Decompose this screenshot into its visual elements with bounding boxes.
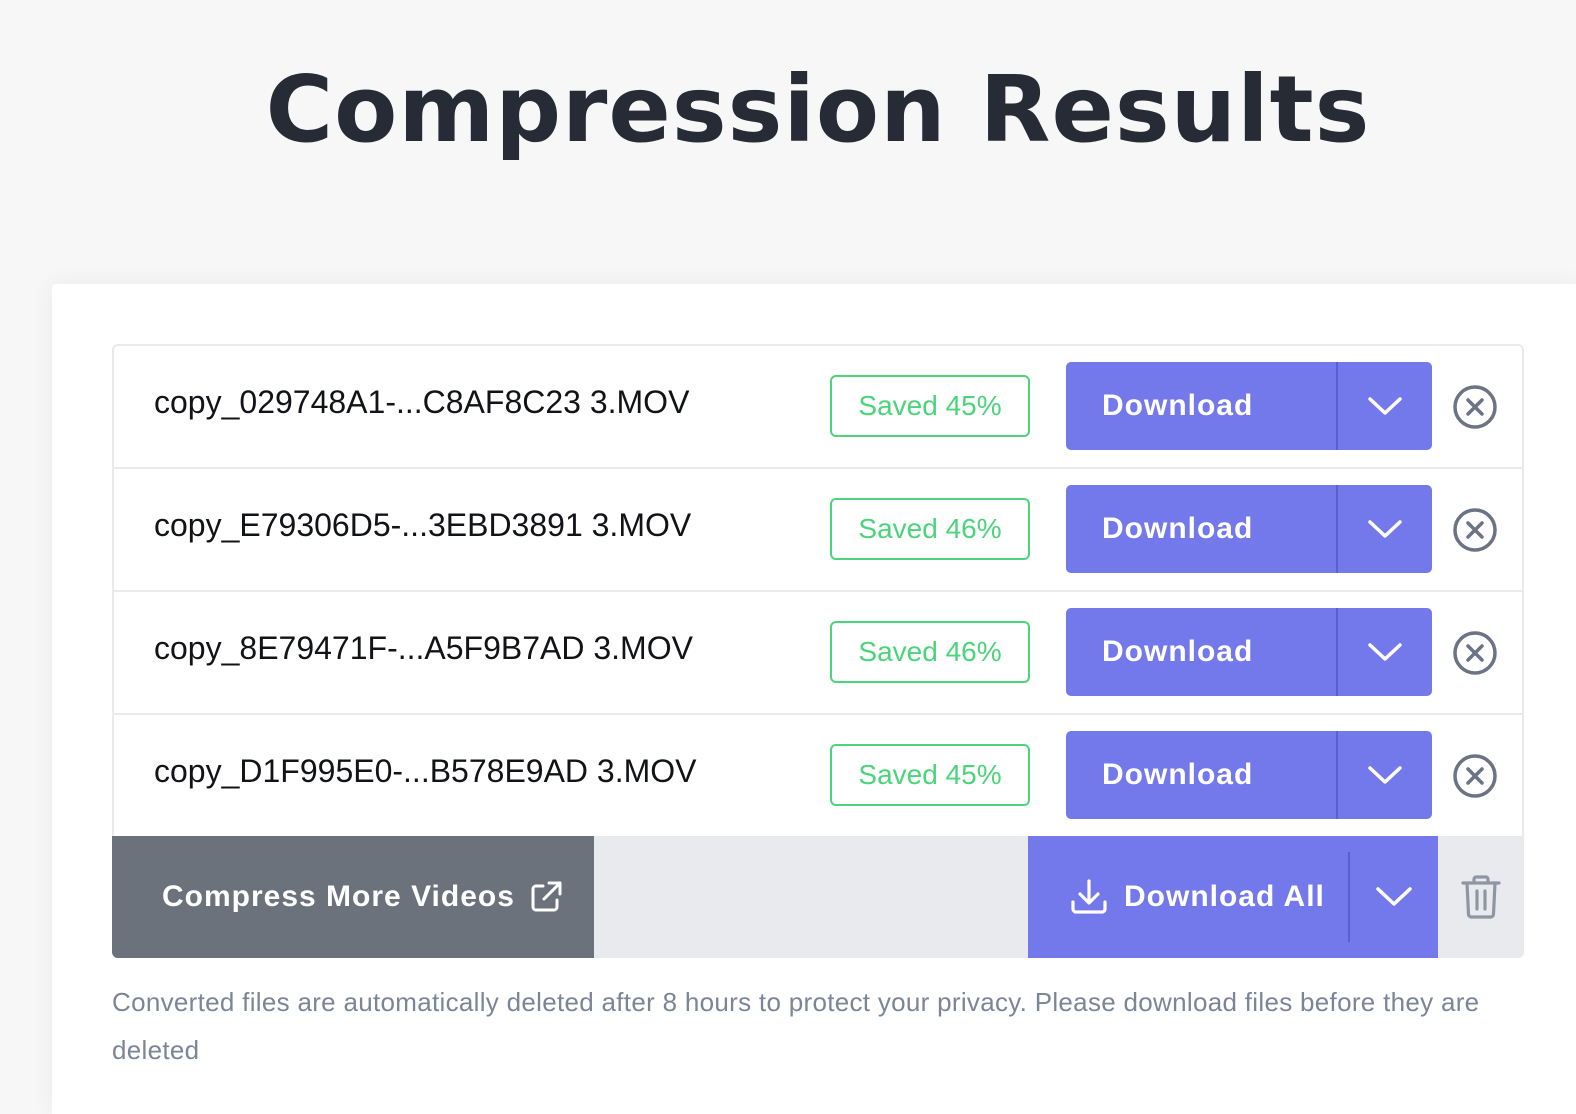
compress-more-label: Compress More Videos bbox=[162, 880, 515, 913]
file-row: copy_029748A1-...C8AF8C23 3.MOV Saved 45… bbox=[114, 346, 1522, 469]
chevron-down-icon bbox=[1368, 397, 1402, 415]
action-bar: Compress More Videos Download All bbox=[112, 836, 1524, 958]
chevron-down-icon bbox=[1368, 520, 1402, 538]
remove-file-button[interactable] bbox=[1452, 507, 1498, 553]
download-all-split-button: Download All bbox=[1028, 836, 1438, 958]
download-split-button: Download bbox=[1066, 485, 1432, 573]
download-all-button[interactable]: Download All bbox=[1028, 836, 1350, 958]
close-circle-icon bbox=[1453, 385, 1497, 429]
download-split-button: Download bbox=[1066, 608, 1432, 696]
file-name: copy_E79306D5-...3EBD3891 3.MOV bbox=[154, 507, 692, 543]
file-row: copy_D1F995E0-...B578E9AD 3.MOV Saved 45… bbox=[114, 715, 1522, 838]
remove-file-button[interactable] bbox=[1452, 753, 1498, 799]
compress-more-videos-button[interactable]: Compress More Videos bbox=[112, 836, 594, 958]
close-circle-icon bbox=[1453, 754, 1497, 798]
saved-badge: Saved 45% bbox=[830, 744, 1030, 806]
file-row: copy_E79306D5-...3EBD3891 3.MOV Saved 46… bbox=[114, 469, 1522, 592]
file-name: copy_D1F995E0-...B578E9AD 3.MOV bbox=[154, 753, 697, 789]
trash-icon bbox=[1461, 875, 1501, 919]
remove-file-button[interactable] bbox=[1452, 630, 1498, 676]
download-options-button[interactable] bbox=[1338, 362, 1432, 450]
privacy-note: Converted files are automatically delete… bbox=[112, 987, 1480, 1065]
close-circle-icon bbox=[1453, 508, 1497, 552]
chevron-down-icon bbox=[1376, 887, 1412, 906]
file-row: copy_8E79471F-...A5F9B7AD 3.MOV Saved 46… bbox=[114, 592, 1522, 715]
remove-file-button[interactable] bbox=[1452, 384, 1498, 430]
chevron-down-icon bbox=[1368, 766, 1402, 784]
saved-badge: Saved 45% bbox=[830, 375, 1030, 437]
download-button[interactable]: Download bbox=[1066, 731, 1338, 819]
delete-all-button[interactable] bbox=[1460, 874, 1502, 920]
chevron-down-icon bbox=[1368, 643, 1402, 661]
download-options-button[interactable] bbox=[1338, 485, 1432, 573]
download-split-button: Download bbox=[1066, 731, 1432, 819]
external-link-icon bbox=[529, 880, 563, 914]
file-list: copy_029748A1-...C8AF8C23 3.MOV Saved 45… bbox=[112, 344, 1524, 836]
saved-badge: Saved 46% bbox=[830, 621, 1030, 683]
download-button[interactable]: Download bbox=[1066, 608, 1338, 696]
download-all-options-button[interactable] bbox=[1350, 836, 1438, 958]
download-button[interactable]: Download bbox=[1066, 362, 1338, 450]
file-name: copy_029748A1-...C8AF8C23 3.MOV bbox=[154, 384, 690, 420]
page-title: Compression Results bbox=[265, 56, 1371, 163]
close-circle-icon bbox=[1453, 631, 1497, 675]
file-name: copy_8E79471F-...A5F9B7AD 3.MOV bbox=[154, 630, 693, 666]
saved-badge: Saved 46% bbox=[830, 498, 1030, 560]
download-button[interactable]: Download bbox=[1066, 485, 1338, 573]
download-options-button[interactable] bbox=[1338, 731, 1432, 819]
download-all-label: Download All bbox=[1124, 880, 1325, 913]
download-icon bbox=[1070, 878, 1108, 916]
results-card: copy_029748A1-...C8AF8C23 3.MOV Saved 45… bbox=[52, 284, 1576, 1114]
download-split-button: Download bbox=[1066, 362, 1432, 450]
download-options-button[interactable] bbox=[1338, 608, 1432, 696]
